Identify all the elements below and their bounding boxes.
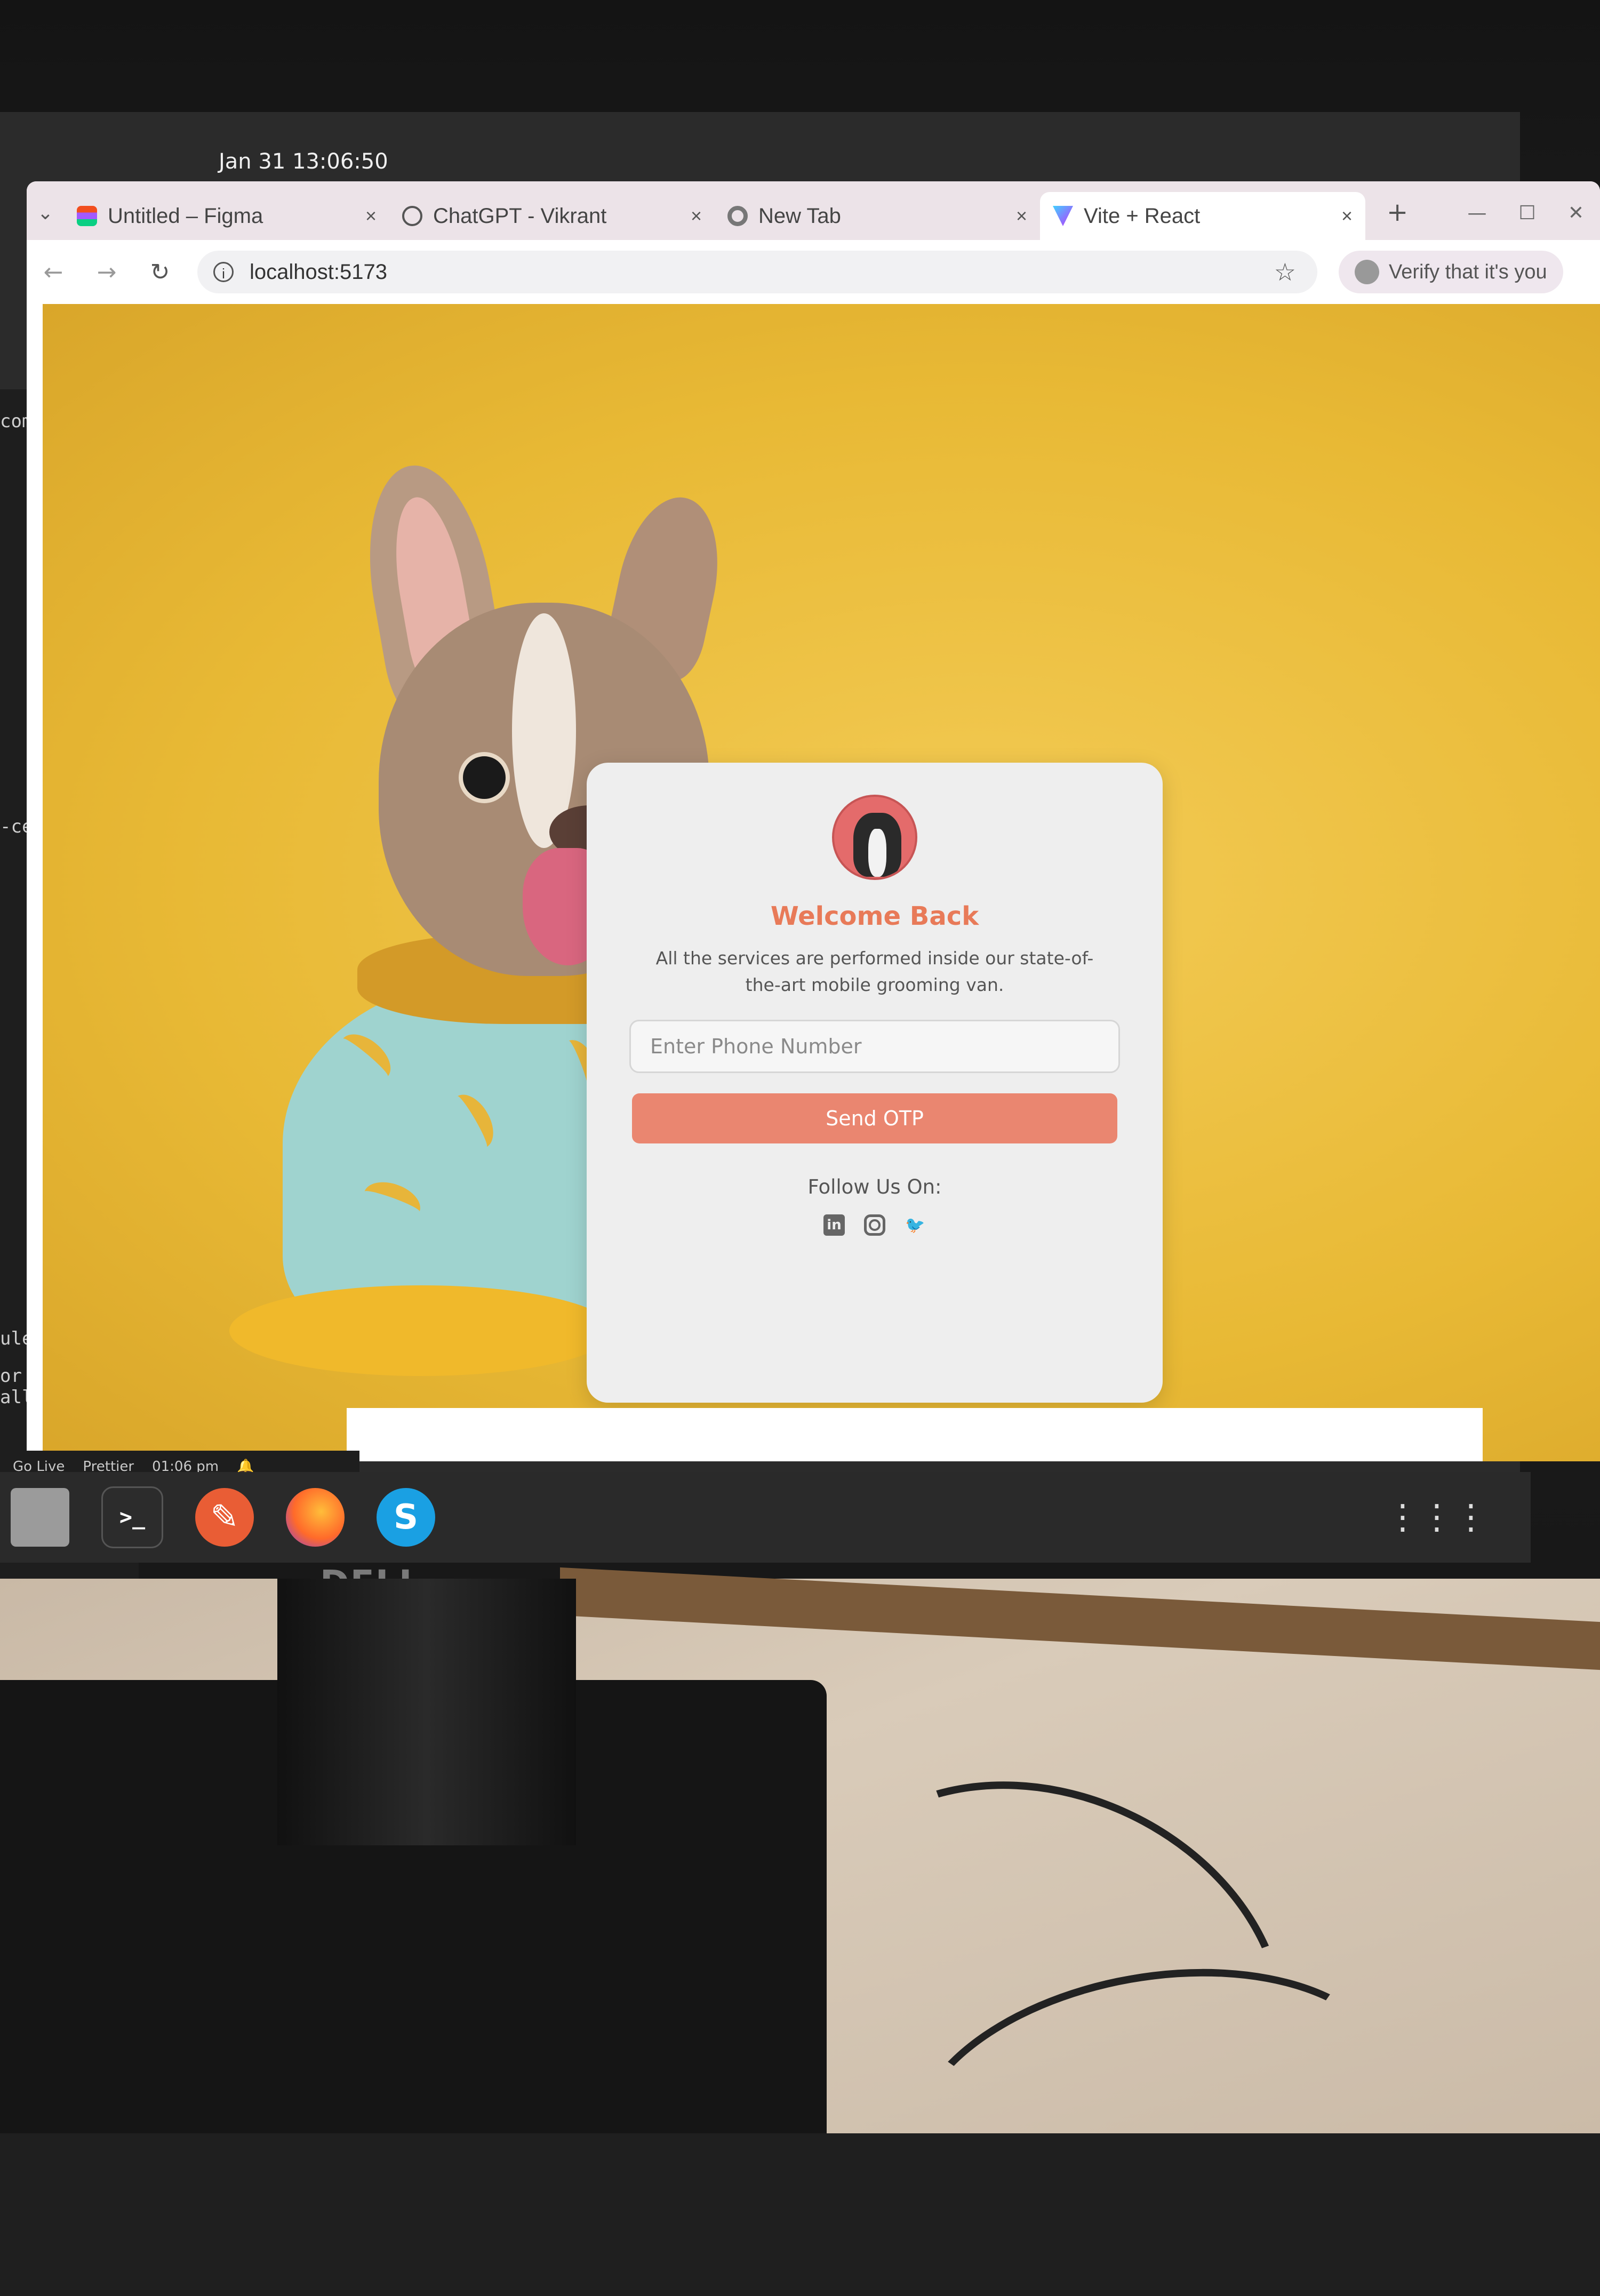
- send-otp-button[interactable]: Send OTP: [632, 1093, 1117, 1143]
- login-card: Welcome Back All the services are perfor…: [587, 763, 1163, 1403]
- avatar: [1355, 260, 1379, 284]
- window-controls: — ☐ ✕: [1452, 202, 1600, 240]
- tab-title: Vite + React: [1084, 204, 1201, 228]
- close-icon[interactable]: ×: [691, 205, 702, 227]
- figma-icon: [77, 206, 97, 226]
- page-bottom-strip: [347, 1408, 1483, 1461]
- profile-chip-label: Verify that it's you: [1389, 260, 1547, 283]
- social-links: in 🐦: [823, 1214, 926, 1236]
- tab-title: New Tab: [758, 204, 841, 228]
- chatgpt-icon: [402, 206, 422, 226]
- bookmark-star-icon[interactable]: ☆: [1274, 258, 1317, 286]
- tab-chatgpt[interactable]: ChatGPT - Vikrant ×: [389, 192, 715, 240]
- new-tab-button[interactable]: +: [1365, 197, 1429, 240]
- linkedin-icon[interactable]: in: [823, 1214, 845, 1236]
- url-text: localhost:5173: [250, 260, 387, 284]
- firefox-app-icon[interactable]: [286, 1488, 345, 1547]
- brand-logo: [832, 795, 917, 880]
- chrome-icon: [727, 206, 748, 226]
- tab-title: Untitled – Figma: [108, 204, 263, 228]
- tab-title: ChatGPT - Vikrant: [433, 204, 607, 228]
- tab-search-chevron-icon[interactable]: ⌄: [27, 202, 64, 240]
- monitor-stand-neck: [277, 1579, 576, 1845]
- address-bar: ← → ↻ i localhost:5173 ☆ Verify that it'…: [27, 240, 1600, 304]
- monitor-bezel: com -center ules/.bin/ta or directory al…: [0, 0, 1600, 1584]
- maximize-icon[interactable]: ☐: [1519, 202, 1536, 224]
- profile-chip[interactable]: Verify that it's you: [1339, 251, 1563, 293]
- system-clock[interactable]: Jan 31 13:06:50: [219, 149, 388, 174]
- system-top-bar: Jan 31 13:06:50 ✓ ◥ 🔈 ⏻: [0, 133, 1520, 214]
- minimize-icon[interactable]: —: [1468, 202, 1487, 224]
- forward-icon[interactable]: →: [80, 259, 133, 286]
- dock: >_ ✎ S ⋮⋮⋮: [0, 1472, 1531, 1563]
- tab-figma[interactable]: Untitled – Figma ×: [64, 192, 389, 240]
- tab-vite-react[interactable]: Vite + React ×: [1040, 192, 1365, 240]
- tab-strip: ⌄ Untitled – Figma × ChatGPT - Vikrant ×…: [27, 181, 1600, 240]
- page-title: Welcome Back: [770, 901, 979, 931]
- postman-app-icon[interactable]: ✎: [195, 1488, 254, 1547]
- page-viewport: Welcome Back All the services are perfor…: [43, 304, 1600, 1461]
- banana-toy: [229, 1285, 613, 1376]
- site-info-icon[interactable]: i: [213, 262, 234, 282]
- vite-icon: [1053, 206, 1073, 226]
- phone-number-input[interactable]: [629, 1020, 1120, 1073]
- terminal-app-icon[interactable]: >_: [101, 1486, 163, 1548]
- page-description: All the services are performed inside ou…: [655, 948, 1094, 995]
- instagram-icon[interactable]: [864, 1214, 885, 1236]
- files-app-icon[interactable]: [11, 1488, 69, 1547]
- app-grid-icon[interactable]: ⋮⋮⋮: [1386, 1498, 1488, 1537]
- dog-eye: [459, 752, 510, 803]
- url-field[interactable]: i localhost:5173 ☆: [197, 251, 1317, 293]
- close-icon[interactable]: ×: [1341, 205, 1353, 227]
- browser-window: ⌄ Untitled – Figma × ChatGPT - Vikrant ×…: [27, 181, 1600, 1461]
- close-icon[interactable]: ×: [1016, 205, 1027, 227]
- twitter-icon[interactable]: 🐦: [905, 1214, 926, 1236]
- back-icon[interactable]: ←: [27, 259, 80, 286]
- skype-app-icon[interactable]: S: [377, 1488, 435, 1547]
- reload-icon[interactable]: ↻: [133, 259, 187, 286]
- tab-new-tab[interactable]: New Tab ×: [715, 192, 1040, 240]
- close-window-icon[interactable]: ✕: [1568, 202, 1584, 224]
- close-icon[interactable]: ×: [365, 205, 377, 227]
- dog-logo-icon: [853, 813, 901, 877]
- follow-label: Follow Us On:: [807, 1175, 942, 1198]
